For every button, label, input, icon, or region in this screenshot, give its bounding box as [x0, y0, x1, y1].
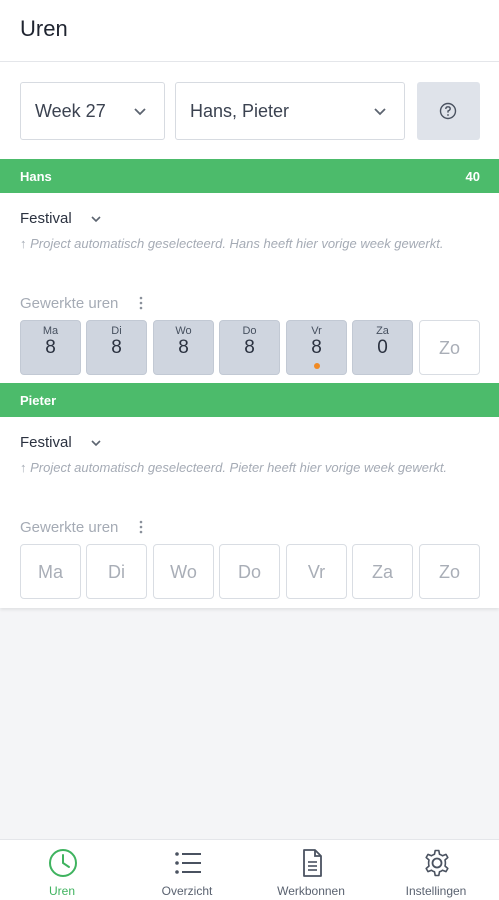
hours-label: Gewerkte uren — [20, 519, 119, 536]
day-abbr: Do — [242, 325, 257, 337]
day-abbr: Za — [376, 325, 389, 337]
chevron-down-icon — [134, 108, 146, 116]
nav-item-overzicht[interactable]: Overzicht — [125, 840, 249, 900]
filter-row: Week 27 Hans, Pieter — [20, 82, 480, 140]
person-name: Hans — [20, 169, 52, 184]
nav-label: Werkbonnen — [277, 884, 345, 898]
person-select[interactable]: Hans, Pieter — [175, 82, 405, 140]
chevron-down-icon[interactable] — [89, 212, 103, 226]
help-button[interactable] — [417, 82, 480, 140]
chevron-down-icon — [374, 108, 386, 116]
person-header-pieter: Pieter — [0, 383, 499, 417]
today-indicator-dot — [314, 363, 320, 369]
more-options-icon[interactable] — [136, 519, 146, 535]
day-cell-vr[interactable]: Vr — [286, 544, 347, 599]
day-hours: 8 — [178, 337, 189, 358]
day-hours: 0 — [377, 337, 388, 358]
clock-icon — [49, 849, 77, 877]
day-abbr: Wo — [170, 562, 197, 582]
chevron-down-icon[interactable] — [89, 436, 103, 450]
project-select[interactable]: Festival — [20, 434, 72, 451]
day-cell-za[interactable]: Za — [352, 544, 413, 599]
day-hours: 8 — [45, 337, 56, 358]
day-cell-di[interactable]: Di — [86, 544, 147, 599]
day-cell-zo[interactable]: Zo — [419, 320, 480, 375]
day-abbr: Di — [111, 325, 122, 337]
day-cell-ma[interactable]: Ma — [20, 544, 81, 599]
help-icon — [439, 102, 457, 120]
day-cell-di[interactable]: Di 8 — [86, 320, 147, 375]
day-cell-ma[interactable]: Ma 8 — [20, 320, 81, 375]
nav-item-instellingen[interactable]: Instellingen — [374, 840, 498, 900]
gear-icon — [425, 849, 449, 877]
project-select[interactable]: Festival — [20, 210, 72, 227]
day-abbr: Zo — [438, 338, 460, 358]
day-cell-do[interactable]: Do 8 — [219, 320, 280, 375]
person-header-hans: Hans 40 — [0, 159, 499, 193]
more-options-icon[interactable] — [136, 295, 146, 311]
document-icon — [303, 849, 322, 877]
day-hours: 8 — [311, 337, 322, 358]
day-row: Ma Di Wo Do Vr Za Zo — [20, 544, 481, 599]
day-abbr: Vr — [307, 562, 326, 582]
project-hint: ↑ Project automatisch geselecteerd. Piet… — [20, 460, 448, 475]
bottom-navigation: Uren Overzicht Werkbonnen Instellingen — [0, 839, 499, 900]
day-cell-do[interactable]: Do — [219, 544, 280, 599]
day-abbr: Di — [108, 562, 125, 582]
day-abbr: Zo — [438, 562, 460, 582]
day-cell-vr[interactable]: Vr 8 — [286, 320, 347, 375]
person-name: Pieter — [20, 393, 57, 408]
list-icon — [175, 852, 201, 874]
day-cell-wo[interactable]: Wo — [153, 544, 214, 599]
person-select-value: Hans, Pieter — [190, 101, 290, 121]
person-total-hours: 40 — [465, 169, 480, 184]
day-cell-za[interactable]: Za 0 — [352, 320, 413, 375]
day-hours: 8 — [111, 337, 122, 358]
nav-label: Overzicht — [161, 884, 213, 898]
hours-label: Gewerkte uren — [20, 295, 119, 312]
day-abbr: Ma — [37, 562, 63, 582]
nav-item-werkbonnen[interactable]: Werkbonnen — [249, 840, 373, 900]
app-header: Uren — [0, 0, 499, 62]
page-title: Uren — [20, 16, 68, 41]
day-abbr: Za — [371, 562, 393, 582]
day-abbr: Do — [237, 562, 261, 582]
day-hours: 8 — [244, 337, 255, 358]
week-select[interactable]: Week 27 — [20, 82, 165, 140]
day-abbr: Vr — [311, 325, 322, 337]
day-abbr: Ma — [42, 325, 59, 337]
project-hint: ↑ Project automatisch geselecteerd. Hans… — [20, 236, 444, 251]
day-cell-wo[interactable]: Wo 8 — [153, 320, 214, 375]
nav-item-uren[interactable]: Uren — [0, 840, 124, 900]
nav-label: Uren — [48, 884, 75, 898]
nav-label: Instellingen — [405, 884, 467, 898]
day-cell-zo[interactable]: Zo — [419, 544, 480, 599]
week-select-value: Week 27 — [35, 101, 106, 121]
day-abbr: Wo — [175, 325, 192, 337]
day-row: Ma 8 Di 8 Wo 8 Do 8 Vr 8 Za 0 Zo — [20, 320, 481, 375]
main-content: Week 27 Hans, Pieter Hans 40 Festival ↑ … — [0, 62, 499, 608]
